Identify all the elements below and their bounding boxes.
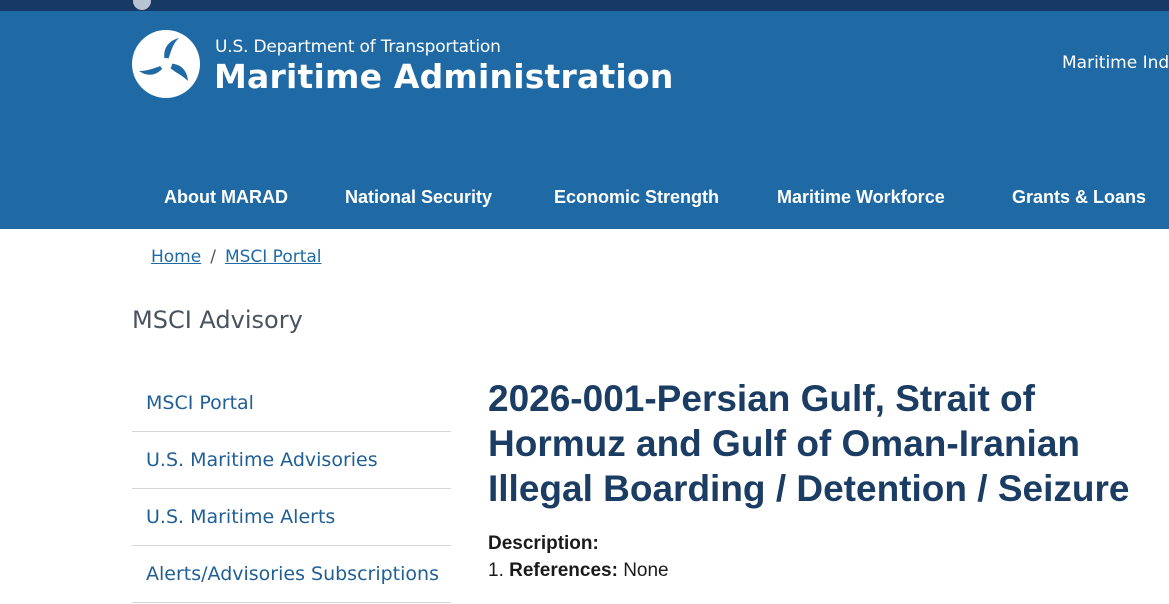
utility-link-maritime-industry[interactable]: Maritime Indu: [1062, 52, 1169, 74]
dot-triskelion-logo-icon[interactable]: [131, 29, 201, 99]
references-number: 1.: [488, 560, 504, 581]
department-name: U.S. Department of Transportation: [215, 37, 501, 57]
advisory-title: 2026-001-Persian Gulf, Strait of Hormuz …: [488, 378, 1130, 509]
sidebar-nav: MSCI Portal U.S. Maritime Advisories U.S…: [132, 375, 451, 603]
nav-item-economic-strength[interactable]: Economic Strength: [554, 183, 719, 211]
references-label: References:: [509, 560, 618, 581]
sidebar-item-maritime-alerts[interactable]: U.S. Maritime Alerts: [132, 489, 451, 546]
breadcrumb-separator: /: [210, 247, 216, 267]
sidebar-item-msci-portal[interactable]: MSCI Portal: [132, 375, 451, 432]
main-navigation: About MARAD National Security Economic S…: [0, 183, 1169, 213]
agency-name[interactable]: Maritime Administration: [214, 57, 674, 97]
flag-icon: [133, 0, 151, 10]
nav-item-national-security[interactable]: National Security: [345, 183, 492, 211]
breadcrumb-msci-portal-link[interactable]: MSCI Portal: [225, 247, 322, 267]
references-line: 1. References: None: [488, 558, 669, 584]
sidebar-title: MSCI Advisory: [132, 306, 303, 334]
breadcrumb-home-link[interactable]: Home: [151, 247, 201, 267]
description-label: Description:: [488, 533, 599, 554]
top-banner-strip: [0, 0, 1169, 11]
nav-item-maritime-workforce[interactable]: Maritime Workforce: [777, 183, 945, 211]
sidebar-item-maritime-advisories[interactable]: U.S. Maritime Advisories: [132, 432, 451, 489]
breadcrumb: Home / MSCI Portal: [151, 246, 322, 268]
sidebar-item-subscriptions[interactable]: Alerts/Advisories Subscriptions: [132, 546, 451, 603]
references-value: None: [623, 560, 669, 581]
nav-item-grants-loans[interactable]: Grants & Loans: [1012, 183, 1146, 211]
nav-item-about-marad[interactable]: About MARAD: [164, 183, 288, 211]
site-header: U.S. Department of Transportation Mariti…: [0, 11, 1169, 229]
